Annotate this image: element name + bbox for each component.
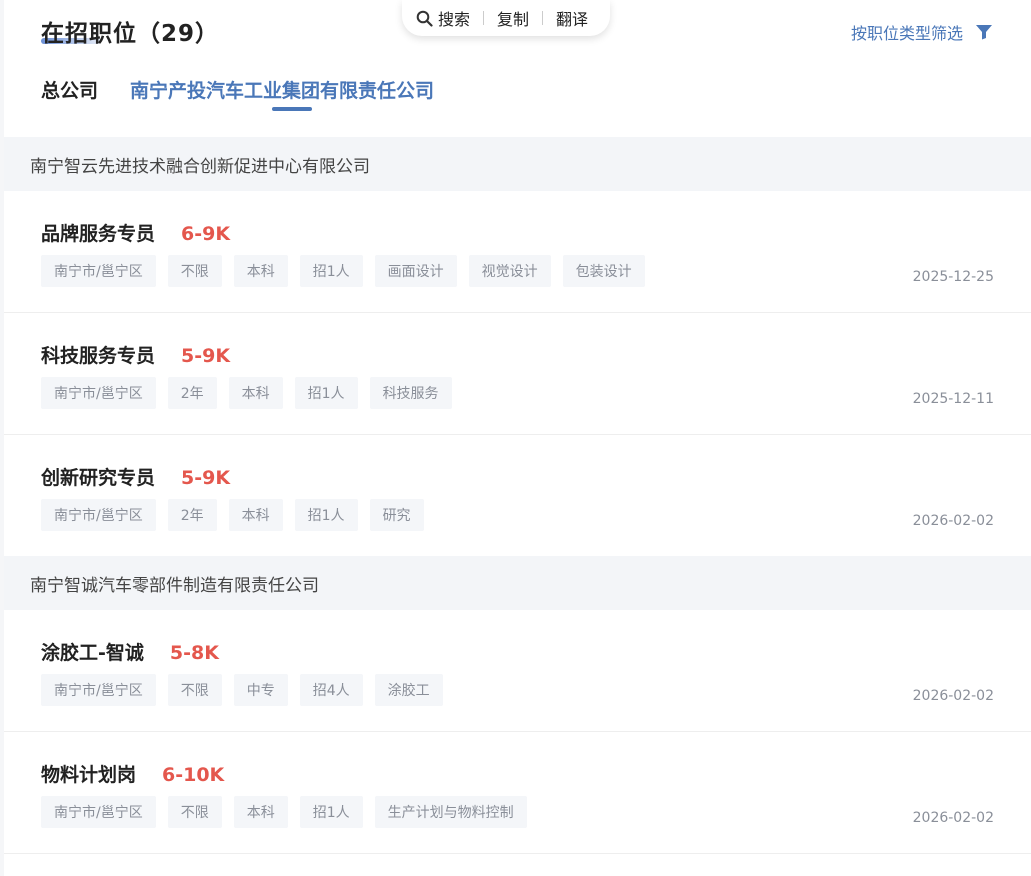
tag-headcount: 招4人	[299, 674, 363, 706]
job-tags: 南宁市/邕宁区 不限 本科 招1人 画面设计 视觉设计 包装设计	[41, 255, 645, 287]
job-header: 物料计划岗 6-10K	[41, 760, 224, 787]
job-card-partial	[4, 854, 1031, 876]
filter-by-job-type-button[interactable]: 按职位类型筛选	[851, 20, 993, 44]
job-title: 科技服务专员	[41, 345, 156, 367]
job-title: 品牌服务专员	[41, 223, 156, 245]
popup-search-button[interactable]: 搜索	[416, 6, 470, 30]
tag-experience: 2年	[167, 377, 217, 409]
tag-headcount: 招1人	[294, 499, 358, 531]
tab-headquarters[interactable]: 总公司	[41, 76, 98, 115]
company-tabs: 总公司 南宁产投汽车工业集团有限责任公司	[41, 76, 434, 115]
popup-divider	[542, 11, 544, 25]
page-title: 在招职位（29）	[41, 14, 219, 48]
tag-headcount: 招1人	[299, 255, 363, 287]
job-title: 创新研究专员	[41, 467, 156, 489]
tag-skill: 生产计划与物料控制	[374, 796, 527, 828]
job-tags: 南宁市/邕宁区 不限 中专 招4人 涂胶工	[41, 674, 443, 706]
job-salary: 5-8K	[169, 642, 219, 664]
job-card[interactable]: 创新研究专员 5-9K 南宁市/邕宁区 2年 本科 招1人 研究 2026-02…	[4, 435, 1031, 556]
popup-search-label: 搜索	[438, 10, 471, 29]
tag-headcount: 招1人	[299, 796, 363, 828]
section-header: 南宁智云先进技术融合创新促进中心有限公司	[4, 137, 1031, 191]
job-header: 创新研究专员 5-9K	[41, 463, 230, 490]
job-title: 物料计划岗	[41, 764, 137, 786]
tag-location: 南宁市/邕宁区	[41, 377, 156, 409]
tag-skill: 研究	[369, 499, 424, 531]
tag-experience: 不限	[167, 796, 222, 828]
popup-translate-button[interactable]: 翻译	[556, 6, 588, 30]
tag-education: 本科	[233, 255, 288, 287]
tag-location: 南宁市/邕宁区	[41, 255, 156, 287]
tag-skill: 科技服务	[369, 377, 452, 409]
tag-skill: 视觉设计	[468, 255, 551, 287]
job-tags: 南宁市/邕宁区 不限 本科 招1人 生产计划与物料控制	[41, 796, 527, 828]
tag-education: 本科	[228, 499, 283, 531]
job-date: 2025-12-25	[912, 269, 994, 285]
popup-copy-button[interactable]: 复制	[497, 6, 529, 30]
job-card[interactable]: 品牌服务专员 6-9K 南宁市/邕宁区 不限 本科 招1人 画面设计 视觉设计 …	[4, 191, 1031, 312]
page-title-text: 在招职位	[41, 21, 137, 47]
tag-location: 南宁市/邕宁区	[41, 796, 156, 828]
tag-education: 中专	[233, 674, 288, 706]
tag-education: 本科	[228, 377, 283, 409]
job-salary: 6-10K	[162, 764, 225, 786]
job-count: （29）	[137, 21, 220, 47]
tag-skill: 涂胶工	[374, 674, 443, 706]
job-salary: 5-9K	[181, 467, 231, 489]
funnel-icon	[976, 25, 992, 40]
tag-location: 南宁市/邕宁区	[41, 499, 156, 531]
job-card[interactable]: 涂胶工-智诚 5-8K 南宁市/邕宁区 不限 中专 招4人 涂胶工 2026-0…	[4, 610, 1031, 731]
job-card[interactable]: 科技服务专员 5-9K 南宁市/邕宁区 2年 本科 招1人 科技服务 2025-…	[4, 313, 1031, 434]
filter-label: 按职位类型筛选	[850, 24, 963, 43]
tag-location: 南宁市/邕宁区	[41, 674, 156, 706]
job-title: 涂胶工-智诚	[41, 642, 144, 664]
job-tags: 南宁市/邕宁区 2年 本科 招1人 科技服务	[41, 377, 452, 409]
active-tab-indicator	[272, 107, 312, 111]
section-header: 南宁智诚汽车零部件制造有限责任公司	[4, 556, 1031, 610]
tag-experience: 不限	[167, 255, 222, 287]
job-date: 2026-02-02	[912, 810, 994, 826]
job-date: 2025-12-11	[912, 391, 994, 407]
job-header: 品牌服务专员 6-9K	[41, 219, 230, 246]
job-card[interactable]: 物料计划岗 6-10K 南宁市/邕宁区 不限 本科 招1人 生产计划与物料控制 …	[4, 732, 1031, 853]
job-header: 涂胶工-智诚 5-8K	[41, 638, 219, 665]
job-tags: 南宁市/邕宁区 2年 本科 招1人 研究	[41, 499, 424, 531]
job-header: 科技服务专员 5-9K	[41, 341, 230, 368]
job-salary: 6-9K	[181, 223, 231, 245]
tag-experience: 不限	[167, 674, 222, 706]
job-date: 2026-02-02	[912, 688, 994, 704]
tag-experience: 2年	[167, 499, 217, 531]
tag-headcount: 招1人	[294, 377, 358, 409]
job-date: 2026-02-02	[912, 513, 994, 529]
text-selection-popup: 搜索 复制 翻译	[402, 0, 610, 36]
tag-skill: 画面设计	[374, 255, 457, 287]
popup-divider	[483, 11, 485, 25]
tag-skill: 包装设计	[562, 255, 645, 287]
search-icon	[416, 10, 433, 27]
job-list-page: 在招职位（29） 按职位类型筛选 总公司 南宁产投汽车工业集团有限责任公司 搜索…	[0, 0, 1031, 876]
job-salary: 5-9K	[181, 345, 231, 367]
tag-education: 本科	[233, 796, 288, 828]
